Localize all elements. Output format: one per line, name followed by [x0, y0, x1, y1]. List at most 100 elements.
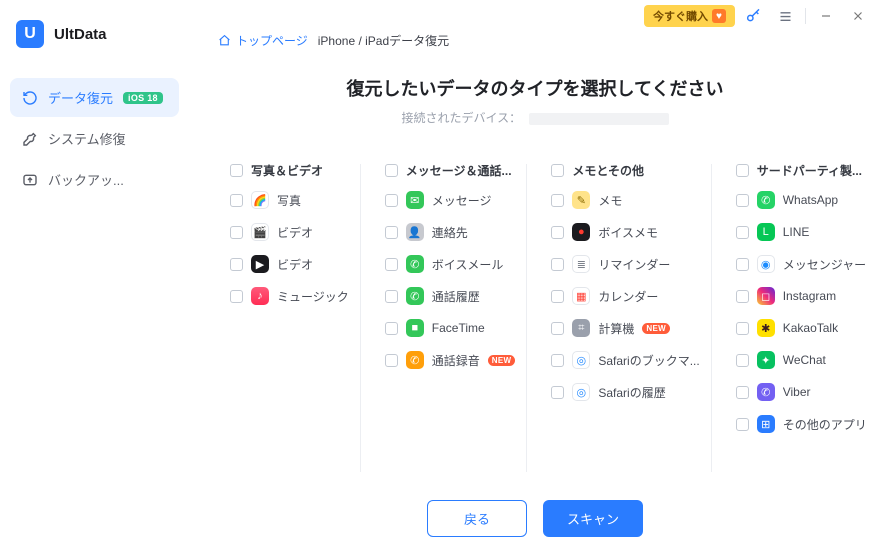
item-videos-cam[interactable]: 🎬 ビデオ	[228, 221, 353, 243]
breadcrumb: トップページ iPhone / iPadデータ復元	[218, 32, 852, 49]
checkbox-messenger[interactable]	[736, 258, 749, 271]
checkbox-messages-all[interactable]	[385, 164, 398, 177]
item-messages[interactable]: ✉メッセージ	[383, 189, 520, 211]
wechat-icon: ✦	[757, 351, 775, 369]
column-notes: メモとその他✎メモ●ボイスメモ≣リマインダー▦カレンダー⌗計算機NEW◎Safa…	[539, 148, 711, 488]
item-notes[interactable]: ✎メモ	[549, 189, 703, 211]
page-title: 復元したいデータのタイプを選択してください	[218, 75, 852, 101]
item-voicememo[interactable]: ●ボイスメモ	[549, 221, 703, 243]
checkbox-other[interactable]	[736, 418, 749, 431]
checkbox-callrec[interactable]	[385, 354, 398, 367]
checkbox-line[interactable]	[736, 226, 749, 239]
checkbox-calls[interactable]	[385, 290, 398, 303]
item-calendar[interactable]: ▦ カレンダー	[549, 285, 703, 307]
column-thirdparty: サードパーティ製...✆WhatsAppLLINE◉メッセンジャー◻Instag…	[724, 148, 879, 488]
checkbox-reminders[interactable]	[551, 258, 564, 271]
item-label: KakaoTalk	[783, 321, 838, 335]
back-button[interactable]: 戻る	[427, 500, 527, 537]
item-messenger[interactable]: ◉ メッセンジャー	[734, 253, 871, 275]
facetime-icon: ■	[406, 319, 424, 337]
breadcrumb-home-link[interactable]: トップページ	[218, 32, 308, 49]
sidebar-item-repair[interactable]: システム修復	[10, 119, 179, 158]
item-label: ビデオ	[277, 224, 313, 241]
item-calls[interactable]: ✆通話履歴	[383, 285, 520, 307]
sidebar-item-backup[interactable]: バックアッ...	[10, 160, 179, 199]
checkbox-notes[interactable]	[551, 194, 564, 207]
checkbox-safari-his[interactable]	[551, 386, 564, 399]
checkbox-notes-all[interactable]	[551, 164, 564, 177]
checkbox-videos-cam[interactable]	[230, 226, 243, 239]
checkbox-voicemail[interactable]	[385, 258, 398, 271]
page-header: 復元したいデータのタイプを選択してください 接続されたデバイス：	[218, 75, 852, 126]
videos-tv-icon: ▶	[251, 255, 269, 273]
checkbox-media-all[interactable]	[230, 164, 243, 177]
main-content: トップページ iPhone / iPadデータ復元 復元したいデータのタイプを選…	[190, 0, 880, 559]
checkbox-contacts[interactable]	[385, 226, 398, 239]
item-label: 連絡先	[432, 224, 468, 241]
checkbox-thirdparty-all[interactable]	[736, 164, 749, 177]
item-facetime[interactable]: ■ FaceTime	[383, 317, 520, 339]
checkbox-calendar[interactable]	[551, 290, 564, 303]
item-reminders[interactable]: ≣リマインダー	[549, 253, 703, 275]
checkbox-instagram[interactable]	[736, 290, 749, 303]
checkbox-viber[interactable]	[736, 386, 749, 399]
item-label: WhatsApp	[783, 193, 838, 207]
scan-button[interactable]: スキャン	[543, 500, 643, 537]
item-other[interactable]: ⊞その他のアプリ	[734, 413, 871, 435]
calls-icon: ✆	[406, 287, 424, 305]
item-label: カレンダー	[598, 288, 658, 305]
item-label: ボイスメモ	[598, 224, 658, 241]
checkbox-wechat[interactable]	[736, 354, 749, 367]
checkbox-kakaotalk[interactable]	[736, 322, 749, 335]
checkbox-music[interactable]	[230, 290, 243, 303]
checkbox-facetime[interactable]	[385, 322, 398, 335]
videos-cam-icon: 🎬	[251, 223, 269, 241]
item-safari-his[interactable]: ◎Safariの履歴	[549, 381, 703, 403]
item-music[interactable]: ♪ミュージック	[228, 285, 353, 307]
item-label: その他のアプリ	[783, 416, 867, 433]
music-icon: ♪	[251, 287, 269, 305]
callrec-icon: ✆	[406, 351, 424, 369]
item-calculator[interactable]: ⌗計算機NEW	[549, 317, 703, 339]
sidebar-item-recover[interactable]: データ復元iOS 18	[10, 78, 179, 117]
checkbox-calculator[interactable]	[551, 322, 564, 335]
item-line[interactable]: LLINE	[734, 221, 871, 243]
sidebar: U UltData データ復元iOS 18システム修復バックアッ...	[0, 0, 190, 559]
item-voicemail[interactable]: ✆ボイスメール	[383, 253, 520, 275]
messenger-icon: ◉	[757, 255, 775, 273]
new-badge: NEW	[642, 323, 670, 334]
item-safari-bm[interactable]: ◎ Safariのブックマ...	[549, 349, 703, 371]
column-heading: 写真＆ビデオ	[251, 162, 323, 179]
checkbox-photos[interactable]	[230, 194, 243, 207]
connected-device-value	[529, 113, 669, 125]
checkbox-safari-bm[interactable]	[551, 354, 564, 367]
item-kakaotalk[interactable]: ✱KakaoTalk	[734, 317, 871, 339]
item-label: LINE	[783, 225, 810, 239]
item-label: FaceTime	[432, 321, 485, 335]
item-label: Safariのブックマ...	[598, 352, 699, 369]
safari-his-icon: ◎	[572, 383, 590, 401]
item-instagram[interactable]: ◻Instagram	[734, 285, 871, 307]
checkbox-voicememo[interactable]	[551, 226, 564, 239]
reminders-icon: ≣	[572, 255, 590, 273]
safari-bm-icon: ◎	[572, 351, 590, 369]
scan-button-label: スキャン	[567, 512, 619, 527]
item-viber[interactable]: ✆Viber	[734, 381, 871, 403]
item-whatsapp[interactable]: ✆WhatsApp	[734, 189, 871, 211]
item-label: 通話録音	[432, 352, 480, 369]
item-photos[interactable]: 🌈写真	[228, 189, 353, 211]
logo-mark-icon: U	[16, 20, 44, 48]
item-contacts[interactable]: 👤連絡先	[383, 221, 520, 243]
checkbox-videos-tv[interactable]	[230, 258, 243, 271]
item-wechat[interactable]: ✦WeChat	[734, 349, 871, 371]
item-label: メッセンジャー	[783, 256, 866, 273]
item-callrec[interactable]: ✆通話録音NEW	[383, 349, 520, 371]
column-messages: メッセージ＆通話...✉メッセージ👤連絡先✆ボイスメール✆通話履歴■FaceTi…	[373, 148, 528, 488]
backup-icon	[22, 172, 38, 188]
checkbox-whatsapp[interactable]	[736, 194, 749, 207]
calendar-icon: ▦	[572, 287, 590, 305]
item-videos-tv[interactable]: ▶ビデオ	[228, 253, 353, 275]
calculator-icon: ⌗	[572, 319, 590, 337]
checkbox-messages[interactable]	[385, 194, 398, 207]
viber-icon: ✆	[757, 383, 775, 401]
